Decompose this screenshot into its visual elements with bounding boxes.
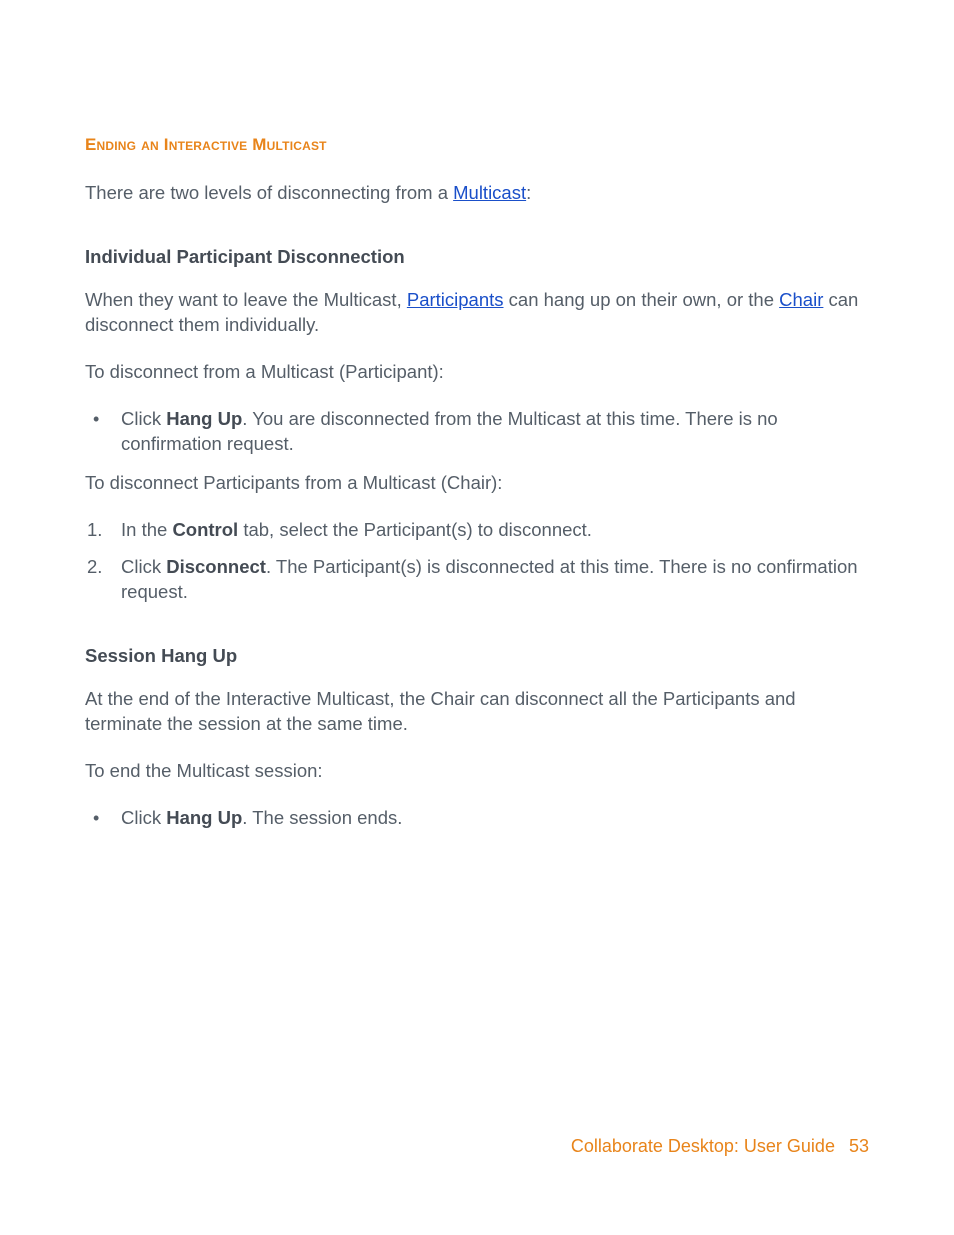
text: tab, select the Participant(s) to discon… [238,519,592,540]
page-number: 53 [849,1136,869,1156]
text: : [526,182,531,203]
list-item: Click Hang Up. You are disconnected from… [85,407,869,457]
text: When they want to leave the Multicast, [85,289,407,310]
text: There are two levels of disconnecting fr… [85,182,453,203]
paragraph: To disconnect from a Multicast (Particip… [85,360,869,385]
list-item: Click Hang Up. The session ends. [85,806,869,831]
text: Click [121,556,166,577]
text: In the [121,519,172,540]
text: can hang up on their own, or the [504,289,780,310]
footer-title: Collaborate Desktop: User Guide [571,1136,835,1156]
hang-up-label: Hang Up [166,807,242,828]
paragraph: At the end of the Interactive Multicast,… [85,687,869,737]
disconnect-label: Disconnect [166,556,266,577]
paragraph: To end the Multicast session: [85,759,869,784]
text: . The session ends. [242,807,402,828]
document-page: Ending an Interactive Multicast There ar… [0,0,954,831]
intro-paragraph: There are two levels of disconnecting fr… [85,181,869,206]
subheading-session: Session Hang Up [85,645,869,667]
chair-link[interactable]: Chair [779,289,823,310]
subheading-individual: Individual Participant Disconnection [85,246,869,268]
bullet-list: Click Hang Up. The session ends. [85,806,869,831]
section-heading: Ending an Interactive Multicast [85,135,869,155]
paragraph: When they want to leave the Multicast, P… [85,288,869,338]
multicast-link[interactable]: Multicast [453,182,526,203]
text: Click [121,807,166,828]
list-item: Click Disconnect. The Participant(s) is … [85,555,869,605]
numbered-list: In the Control tab, select the Participa… [85,518,869,605]
control-label: Control [172,519,238,540]
page-footer: Collaborate Desktop: User Guide 53 [571,1136,869,1157]
paragraph: To disconnect Participants from a Multic… [85,471,869,496]
text: Click [121,408,166,429]
participants-link[interactable]: Participants [407,289,504,310]
hang-up-label: Hang Up [166,408,242,429]
bullet-list: Click Hang Up. You are disconnected from… [85,407,869,457]
list-item: In the Control tab, select the Participa… [85,518,869,543]
